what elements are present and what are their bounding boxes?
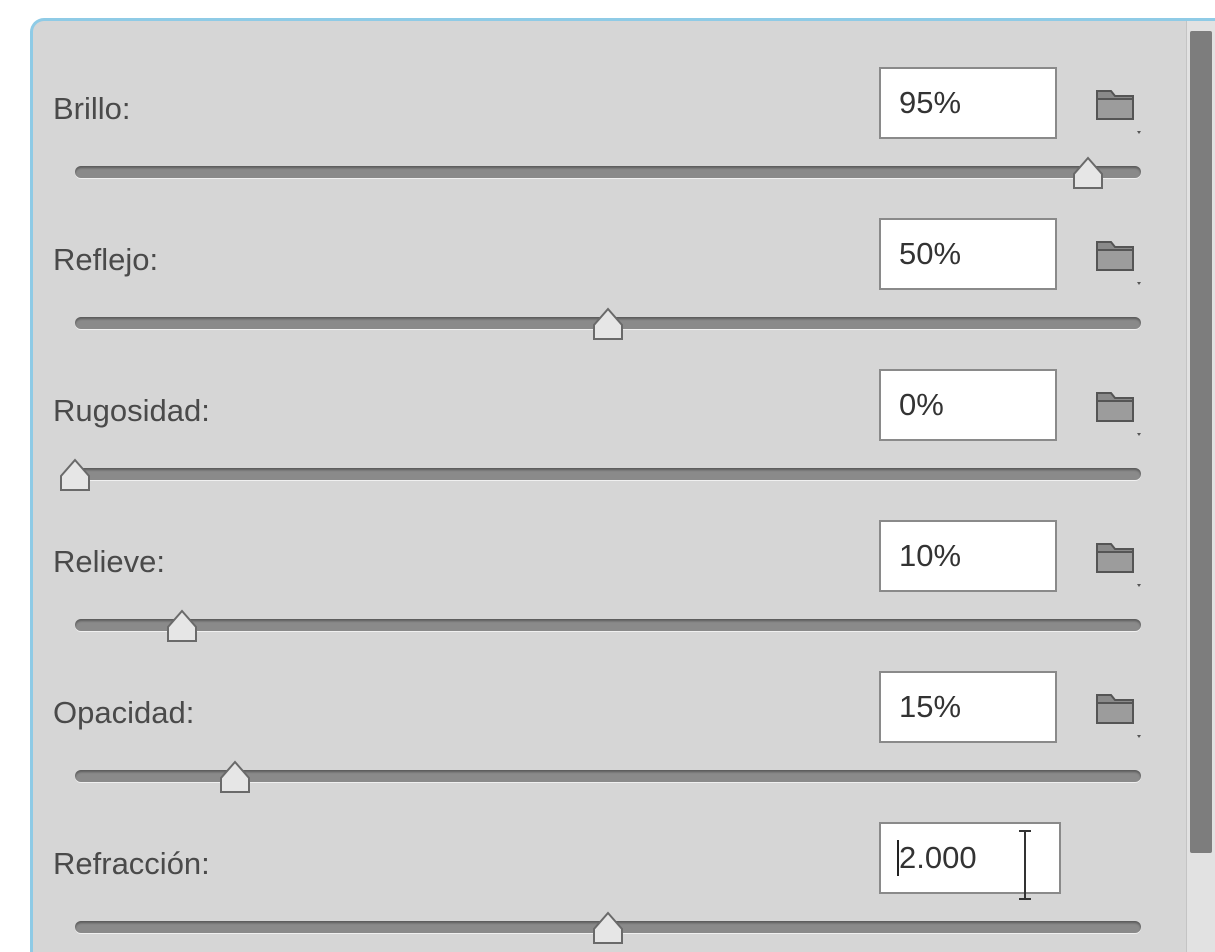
row-opacidad: Opacidad: 15% xyxy=(33,625,1183,793)
folder-icon xyxy=(1096,90,1141,134)
relieve-folder-button[interactable] xyxy=(1091,534,1147,590)
folder-icon xyxy=(1096,543,1141,587)
row-reflejo: Reflejo: 50% xyxy=(33,172,1183,340)
row-relieve: Relieve: 10% xyxy=(33,474,1183,642)
vertical-scrollbar[interactable] xyxy=(1186,21,1215,952)
rugosidad-input[interactable]: 0% xyxy=(879,369,1057,441)
relieve-input[interactable]: 10% xyxy=(879,520,1057,592)
row-refraccion: Refracción: 2.000 xyxy=(33,776,1183,944)
brillo-folder-button[interactable] xyxy=(1091,81,1147,137)
rugosidad-label: Rugosidad: xyxy=(53,393,210,428)
folder-icon xyxy=(1096,241,1141,285)
row-brillo: Brillo: 95% xyxy=(33,21,1183,189)
rugosidad-folder-button[interactable] xyxy=(1091,383,1147,439)
folder-icon xyxy=(1096,392,1141,436)
text-caret xyxy=(897,840,899,876)
relieve-label: Relieve: xyxy=(53,544,165,579)
refraccion-input[interactable]: 2.000 xyxy=(879,822,1061,900)
reflejo-input[interactable]: 50% xyxy=(879,218,1057,290)
refraccion-value: 2.000 xyxy=(899,840,977,875)
scrollbar-thumb[interactable] xyxy=(1190,31,1212,853)
properties-panel: Brillo: 95% Reflejo: 50% Rugosidad: 0% R… xyxy=(30,18,1215,952)
refraccion-label: Refracción: xyxy=(53,846,210,881)
refraccion-slider-thumb[interactable] xyxy=(588,909,628,949)
ibeam-cursor-icon xyxy=(1019,830,1031,900)
reflejo-label: Reflejo: xyxy=(53,242,159,277)
row-rugosidad: Rugosidad: 0% xyxy=(33,323,1183,491)
opacidad-folder-button[interactable] xyxy=(1091,685,1147,741)
brillo-input[interactable]: 95% xyxy=(879,67,1057,139)
brillo-label: Brillo: xyxy=(53,91,131,126)
opacidad-label: Opacidad: xyxy=(53,695,195,730)
reflejo-folder-button[interactable] xyxy=(1091,232,1147,288)
opacidad-input[interactable]: 15% xyxy=(879,671,1057,743)
folder-icon xyxy=(1096,694,1141,738)
